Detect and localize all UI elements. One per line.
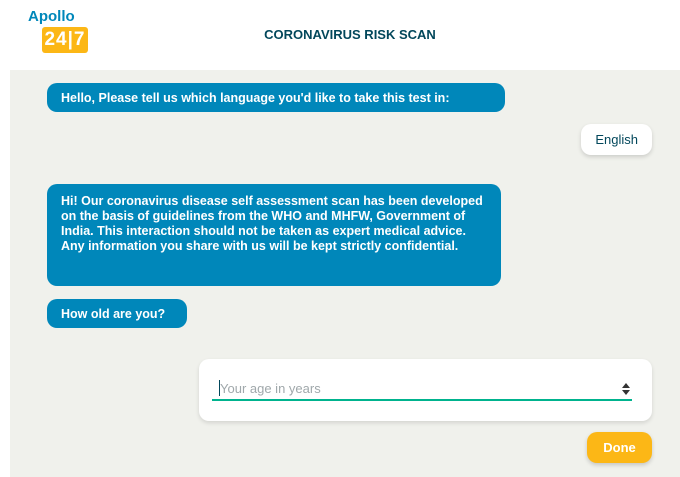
chat-area: Hello, Please tell us which language you… bbox=[10, 70, 680, 477]
age-input-card bbox=[199, 359, 652, 421]
number-stepper-icon[interactable] bbox=[622, 383, 630, 395]
user-reply-language: English bbox=[581, 124, 652, 155]
bot-message-disclaimer: Hi! Our coronavirus disease self assessm… bbox=[47, 184, 501, 286]
text-cursor bbox=[219, 380, 220, 396]
logo-text-apollo: Apollo bbox=[28, 8, 75, 25]
age-input[interactable] bbox=[212, 377, 632, 401]
stepper-up-icon[interactable] bbox=[622, 383, 630, 388]
bot-message-age-question: How old are you? bbox=[47, 299, 187, 328]
header: Apollo 24|7 CORONAVIRUS RISK SCAN bbox=[0, 0, 680, 70]
done-button[interactable]: Done bbox=[587, 432, 652, 463]
bot-message-language: Hello, Please tell us which language you… bbox=[47, 83, 505, 112]
page-title: CORONAVIRUS RISK SCAN bbox=[264, 27, 436, 42]
stepper-down-icon[interactable] bbox=[622, 390, 630, 395]
